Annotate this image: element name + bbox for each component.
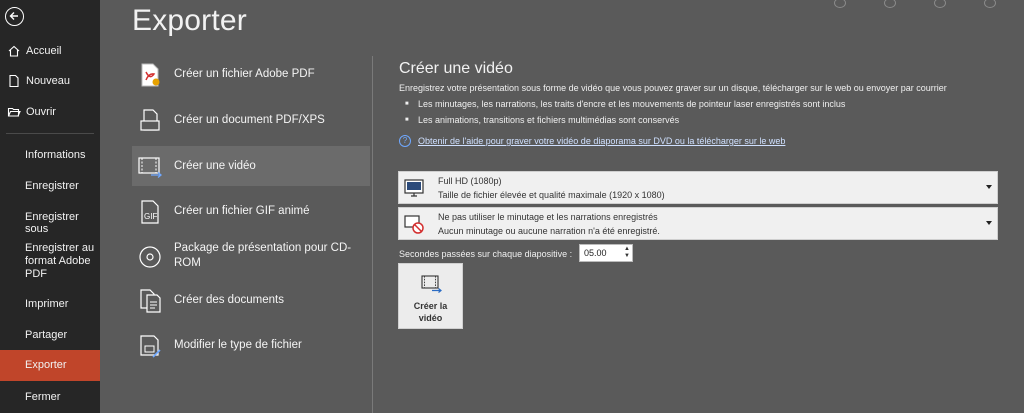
help-question-icon: ? xyxy=(399,135,411,147)
nav-item-ouvrir[interactable]: Ouvrir xyxy=(0,105,100,119)
gif-icon: GIF xyxy=(141,200,159,224)
create-video-line1: Créer la xyxy=(413,301,448,311)
nav-item-fermer[interactable]: Fermer xyxy=(0,390,100,404)
nav-item-informations[interactable]: Informations xyxy=(0,148,100,162)
cd-icon xyxy=(139,246,161,268)
option-label: Créer des documents xyxy=(174,294,284,306)
nav-item-label: Exporter xyxy=(25,359,67,371)
nav-item-label: Enregistrer sous xyxy=(25,211,79,235)
backstage-nav: Accueil Nouveau Ouvrir Informations Enre… xyxy=(0,0,100,413)
ribbon-icon xyxy=(834,0,846,8)
option-label: Modifier le type de fichier xyxy=(174,339,302,351)
option-adobe-pdf[interactable]: Créer un fichier Adobe PDF xyxy=(132,54,370,94)
help-icon xyxy=(984,0,996,8)
nav-item-label: Fermer xyxy=(25,391,61,403)
quality-dropdown[interactable]: Full HD (1080p) Taille de fichier élevée… xyxy=(398,171,998,204)
option-label: Créer un document PDF/XPS xyxy=(174,114,325,126)
help-link[interactable]: Obtenir de l'aide pour graver votre vidé… xyxy=(418,136,785,146)
home-icon xyxy=(8,45,20,57)
svg-text:GIF: GIF xyxy=(144,212,157,221)
nav-item-partager[interactable]: Partager xyxy=(0,328,100,342)
option-pdf-xps[interactable]: Créer un document PDF/XPS xyxy=(132,100,370,140)
option-cd-package[interactable]: Package de présentation pour CD-ROM xyxy=(132,236,370,280)
seconds-label: Secondes passées sur chaque diapositive … xyxy=(399,249,573,259)
seconds-spinner[interactable]: ▲▼ xyxy=(579,244,633,262)
bullet-text: Les minutages, les narrations, les trait… xyxy=(418,99,846,109)
nav-item-label: Enregistrer xyxy=(25,180,79,192)
timing-title: Ne pas utiliser le minutage et les narra… xyxy=(438,212,658,222)
adobe-pdf-icon xyxy=(141,63,160,87)
documents-icon xyxy=(140,289,161,313)
nav-item-label: Ouvrir xyxy=(26,106,56,118)
nav-item-imprimer[interactable]: Imprimer xyxy=(0,297,100,311)
seconds-input[interactable] xyxy=(580,245,620,261)
pane-divider xyxy=(372,56,373,413)
video-icon xyxy=(138,157,163,178)
nav-item-label: Accueil xyxy=(26,45,62,57)
option-label: Package de présentation pour CD-ROM xyxy=(174,242,352,269)
create-video-button[interactable]: Créer la vidéo xyxy=(398,263,463,329)
nav-item-label: Enregistrer au format Adobe PDF xyxy=(25,242,95,280)
video-icon xyxy=(421,275,442,293)
chevron-down-icon xyxy=(986,185,992,189)
option-gif[interactable]: GIF Créer un fichier GIF animé xyxy=(132,191,370,231)
nav-item-enregistrer-sous[interactable]: Enregistrer sous xyxy=(0,210,100,235)
nav-divider xyxy=(6,133,94,134)
back-arrow-icon[interactable] xyxy=(5,7,24,26)
timing-subtitle: Aucun minutage ou aucune narration n'a é… xyxy=(438,226,660,236)
detail-title: Créer une vidéo xyxy=(399,60,513,77)
monitor-icon xyxy=(404,179,424,197)
nav-item-exporter[interactable]: Exporter xyxy=(0,350,100,381)
detail-description: Enregistrez votre présentation sous form… xyxy=(399,83,947,93)
change-filetype-icon xyxy=(140,335,161,358)
nav-item-label: Informations xyxy=(25,149,86,161)
nav-item-accueil[interactable]: Accueil xyxy=(0,44,100,58)
new-file-icon xyxy=(9,74,19,88)
nav-item-label: Nouveau xyxy=(26,75,71,87)
option-label: Créer un fichier Adobe PDF xyxy=(174,68,315,80)
top-toolbar-icons xyxy=(824,0,1024,12)
quality-title: Full HD (1080p) xyxy=(438,176,502,186)
nav-item-enregistrer-adobe-pdf[interactable]: Enregistrer au format Adobe PDF xyxy=(0,241,100,281)
chevron-down-icon xyxy=(986,221,992,225)
nav-item-enregistrer[interactable]: Enregistrer xyxy=(0,179,100,193)
spinner-arrows-icon[interactable]: ▲ ▼ xyxy=(624,246,630,260)
nav-item-nouveau[interactable]: Nouveau xyxy=(0,74,100,88)
option-change-file-type[interactable]: Modifier le type de fichier xyxy=(132,325,370,365)
no-timing-icon xyxy=(404,215,424,234)
quality-subtitle: Taille de fichier élevée et qualité maxi… xyxy=(438,190,665,200)
account-icon xyxy=(934,0,946,8)
bullet-text: Les animations, transitions et fichiers … xyxy=(418,115,680,125)
option-create-documents[interactable]: Créer des documents xyxy=(132,280,370,320)
nav-item-label: Imprimer xyxy=(25,298,69,310)
comment-icon xyxy=(884,0,896,8)
option-label: Créer une vidéo xyxy=(174,160,256,172)
option-label: Créer un fichier GIF animé xyxy=(174,205,310,217)
pdf-xps-icon xyxy=(140,109,160,131)
create-video-label: Créer la vidéo xyxy=(399,300,462,324)
timing-dropdown[interactable]: Ne pas utiliser le minutage et les narra… xyxy=(398,207,998,240)
folder-open-icon xyxy=(7,107,21,117)
page-title: Exporter xyxy=(132,4,247,37)
nav-item-label: Partager xyxy=(25,329,68,341)
option-video[interactable]: Créer une vidéo xyxy=(132,146,370,186)
create-video-line2: vidéo xyxy=(418,313,443,323)
